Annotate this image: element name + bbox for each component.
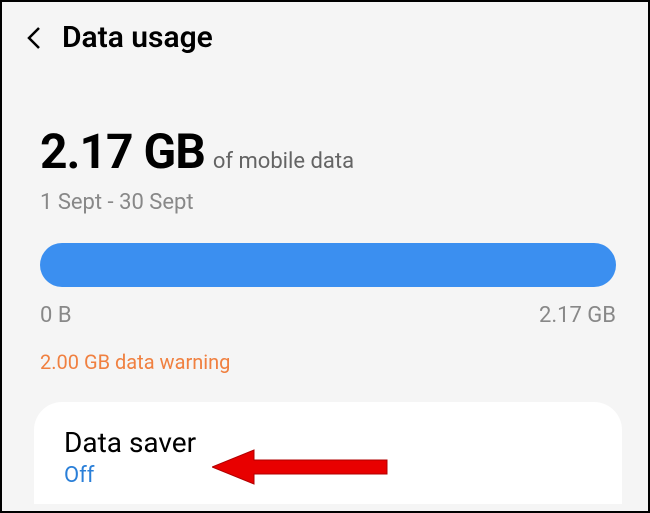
content: 2.17 GB of mobile data 1 Sept - 30 Sept … [2,73,648,504]
page-title: Data usage [62,20,213,55]
usage-progress-bar[interactable] [40,243,616,287]
bar-labels: 0 B 2.17 GB [40,303,616,328]
date-range[interactable]: 1 Sept - 30 Sept [40,190,616,215]
usage-summary: 2.17 GB of mobile data [40,123,616,180]
data-saver-title: Data saver [64,426,592,459]
bar-min-label: 0 B [40,303,72,328]
data-saver-status: Off [64,463,592,488]
data-warning-text: 2.00 GB data warning [40,350,616,374]
back-icon[interactable] [24,24,44,52]
bar-max-label: 2.17 GB [539,303,616,328]
usage-amount: 2.17 GB [40,123,205,180]
header: Data usage [2,2,648,73]
data-saver-row[interactable]: Data saver Off [34,402,622,504]
usage-suffix: of mobile data [213,149,354,174]
